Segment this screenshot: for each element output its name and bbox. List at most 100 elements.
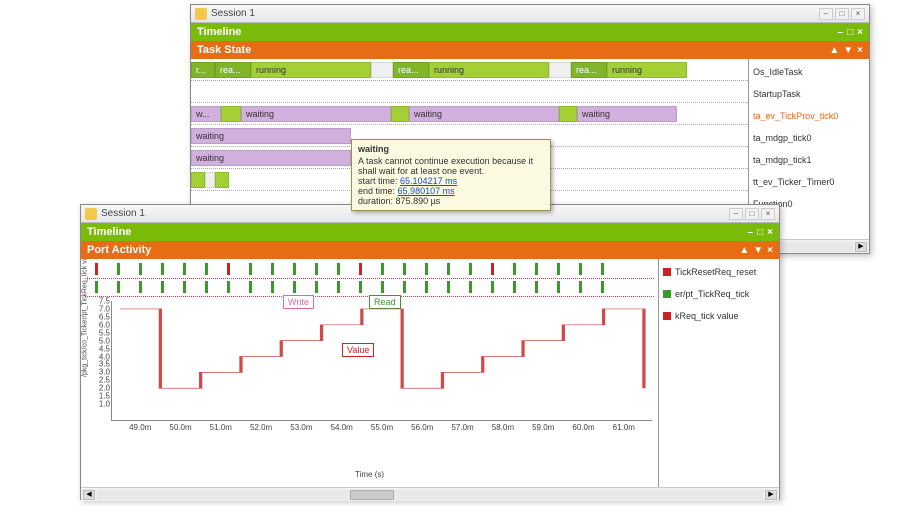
task-state[interactable]: [559, 106, 577, 122]
port-tick: [535, 263, 538, 275]
window-title: Session 1: [211, 8, 255, 19]
port-tick: [579, 263, 582, 275]
task-row[interactable]: [191, 81, 748, 103]
titlebar-back[interactable]: Session 1 – □ ×: [191, 5, 869, 23]
task-state[interactable]: [371, 62, 393, 78]
port-tick: [139, 263, 142, 275]
task-state[interactable]: [215, 172, 229, 188]
portactivity-panel-header[interactable]: Port Activity ▲ ▼ ×: [81, 241, 779, 259]
x-tick: 53.0m: [290, 423, 312, 432]
chart-ylabel: /pkg_tick/co_Ticker/pt_TickReq_tick valu…: [82, 259, 89, 377]
port-row[interactable]: [85, 261, 654, 279]
maximize-button[interactable]: □: [745, 208, 759, 220]
task-state[interactable]: running: [251, 62, 371, 78]
timeline-panel-header[interactable]: Timeline – □ ×: [81, 223, 779, 241]
port-tick: [579, 281, 582, 293]
y-tick: 1.5: [90, 392, 110, 401]
panel-close-icon[interactable]: ×: [767, 227, 773, 238]
task-label: tt_ev_Ticker_Timer0: [753, 171, 865, 193]
port-tick: [205, 263, 208, 275]
chart-plot[interactable]: Value 1.01.52.02.53.03.54.04.55.05.56.06…: [111, 301, 652, 421]
value-chart: /pkg_tick/co_Ticker/pt_TickReq_tick valu…: [85, 297, 654, 457]
y-tick: 6.0: [90, 320, 110, 329]
taskstate-panel-header[interactable]: Task State ▲ ▼ ×: [191, 41, 869, 59]
portactivity-timeline[interactable]: Call Write Read /pkg_tick/co_Ticker/pt_T…: [81, 259, 659, 487]
scroll-thumb[interactable]: [350, 490, 394, 500]
port-tick: [381, 281, 384, 293]
task-state[interactable]: w...: [191, 106, 221, 122]
x-tick: 50.0m: [169, 423, 191, 432]
tooltip-end-link[interactable]: 65.980107 ms: [398, 186, 455, 196]
port-tick: [271, 281, 274, 293]
minimize-button[interactable]: –: [729, 208, 743, 220]
task-state[interactable]: [221, 106, 241, 122]
panel-min-icon[interactable]: –: [748, 227, 754, 238]
port-tick: [469, 281, 472, 293]
close-button[interactable]: ×: [851, 8, 865, 20]
panel-min-icon[interactable]: –: [838, 27, 844, 38]
port-tick: [535, 281, 538, 293]
port-tick: [227, 281, 230, 293]
timeline-label: Timeline: [197, 26, 241, 38]
task-state[interactable]: rea...: [393, 62, 429, 78]
maximize-button[interactable]: □: [835, 8, 849, 20]
collapse-up-icon[interactable]: ▲: [829, 45, 839, 56]
collapse-down-icon[interactable]: ▼: [843, 45, 853, 56]
port-tick: [557, 281, 560, 293]
y-tick: 5.0: [90, 336, 110, 345]
task-state[interactable]: [191, 172, 205, 188]
session-window-front: Session 1 – □ × Timeline – □ × Port Acti…: [80, 204, 780, 500]
task-state[interactable]: running: [607, 62, 687, 78]
task-state[interactable]: [391, 106, 409, 122]
hscroll-front[interactable]: ◀ ▶: [81, 487, 779, 501]
port-tick: [205, 281, 208, 293]
task-state[interactable]: waiting: [577, 106, 677, 122]
port-tick: [381, 263, 384, 275]
task-state[interactable]: [205, 172, 215, 188]
port-tick: [315, 281, 318, 293]
task-label: ta_mdgp_tick0: [753, 127, 865, 149]
task-label: Os_IdleTask: [753, 61, 865, 83]
scroll-right-icon[interactable]: ▶: [855, 242, 867, 252]
task-state[interactable]: waiting: [191, 128, 351, 144]
port-tick: [491, 281, 494, 293]
y-tick: 6.5: [90, 312, 110, 321]
timeline-panel-header[interactable]: Timeline – □ ×: [191, 23, 869, 41]
panel-close-icon[interactable]: ×: [767, 245, 773, 256]
collapse-up-icon[interactable]: ▲: [739, 245, 749, 256]
task-state[interactable]: r...: [191, 62, 215, 78]
panel-max-icon[interactable]: □: [847, 27, 853, 38]
task-state[interactable]: waiting: [241, 106, 391, 122]
port-tick: [403, 281, 406, 293]
close-button[interactable]: ×: [761, 208, 775, 220]
task-row[interactable]: w... waiting waiting waiting: [191, 103, 748, 125]
port-tick: [271, 263, 274, 275]
x-tick: 56.0m: [411, 423, 433, 432]
tooltip-end-label: end time:: [358, 186, 395, 196]
task-state[interactable]: waiting: [191, 150, 351, 166]
tooltip-start-label: start time:: [358, 176, 398, 186]
panel-close-icon[interactable]: ×: [857, 27, 863, 38]
state-tooltip: waiting A task cannot continue execution…: [351, 139, 551, 211]
task-state[interactable]: rea...: [571, 62, 607, 78]
task-state[interactable]: running: [429, 62, 549, 78]
scroll-right-icon[interactable]: ▶: [765, 490, 777, 500]
legend-swatch: [663, 268, 671, 276]
scroll-left-icon[interactable]: ◀: [83, 490, 95, 500]
task-row[interactable]: r...rea...runningrea...runningrea...runn…: [191, 59, 748, 81]
x-tick: 60.0m: [572, 423, 594, 432]
task-label: ta_ev_TickProv_tick0: [753, 105, 865, 127]
panel-max-icon[interactable]: □: [757, 227, 763, 238]
minimize-button[interactable]: –: [819, 8, 833, 20]
port-tick: [183, 263, 186, 275]
task-state[interactable]: [549, 62, 571, 78]
task-state[interactable]: rea...: [215, 62, 251, 78]
task-state[interactable]: waiting: [409, 106, 559, 122]
panel-close-icon[interactable]: ×: [857, 45, 863, 56]
collapse-down-icon[interactable]: ▼: [753, 245, 763, 256]
tooltip-start-link[interactable]: 65.104217 ms: [400, 176, 457, 186]
tooltip-title: waiting: [358, 144, 544, 154]
port-tick: [513, 281, 516, 293]
port-tick: [491, 263, 494, 275]
y-tick: 2.0: [90, 384, 110, 393]
